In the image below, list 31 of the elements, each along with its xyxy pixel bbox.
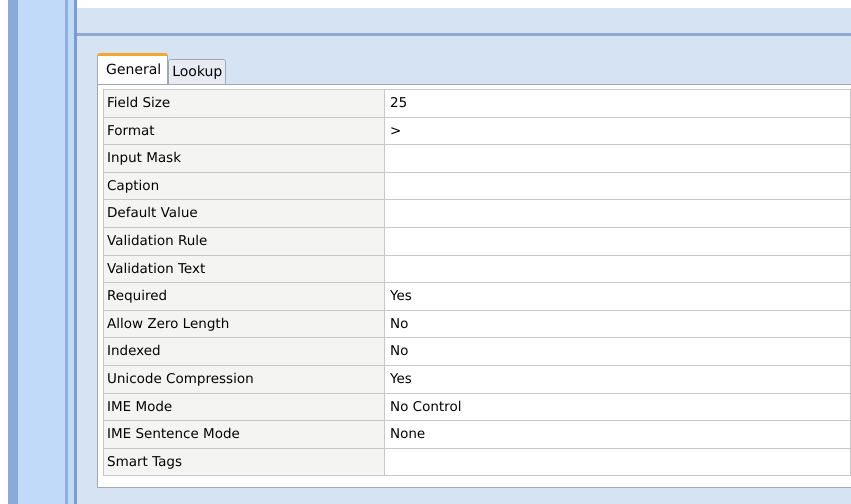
pane-splitter[interactable]	[65, 0, 77, 504]
property-value-field[interactable]	[385, 256, 851, 284]
property-name: Indexed	[104, 338, 385, 366]
property-value-field[interactable]: >	[385, 118, 851, 146]
property-value-field[interactable]: None	[385, 421, 851, 449]
property-value-field[interactable]	[385, 448, 851, 476]
property-name: IME Mode	[104, 394, 385, 422]
property-name: Smart Tags	[104, 448, 385, 476]
property-value-field[interactable]: Yes	[385, 366, 851, 394]
property-value-field[interactable]: No Control	[385, 394, 851, 422]
property-name: Field Size	[104, 90, 385, 118]
property-name: Validation Rule	[104, 228, 385, 256]
property-value-field[interactable]: Yes	[385, 283, 851, 311]
property-value-field[interactable]	[385, 145, 851, 173]
property-name: Allow Zero Length	[104, 310, 385, 338]
property-name: Unicode Compression	[104, 366, 385, 394]
property-name: IME Sentence Mode	[104, 421, 385, 449]
property-value-field[interactable]: 25	[385, 90, 851, 118]
property-name: Caption	[104, 172, 385, 200]
tab[interactable]: Lookup	[168, 59, 226, 84]
property-name: Default Value	[104, 200, 385, 228]
property-value-field[interactable]: No	[385, 310, 851, 338]
property-name: Validation Text	[104, 256, 385, 284]
property-value-field[interactable]	[385, 200, 851, 228]
property-value-field[interactable]	[385, 172, 851, 200]
property-value-field[interactable]	[385, 228, 851, 256]
property-name: Format	[104, 118, 385, 146]
property-name: Required	[104, 283, 385, 311]
tab[interactable]: General	[97, 53, 168, 84]
property-name: Input Mask	[104, 145, 385, 173]
property-value-field[interactable]: No	[385, 338, 851, 366]
